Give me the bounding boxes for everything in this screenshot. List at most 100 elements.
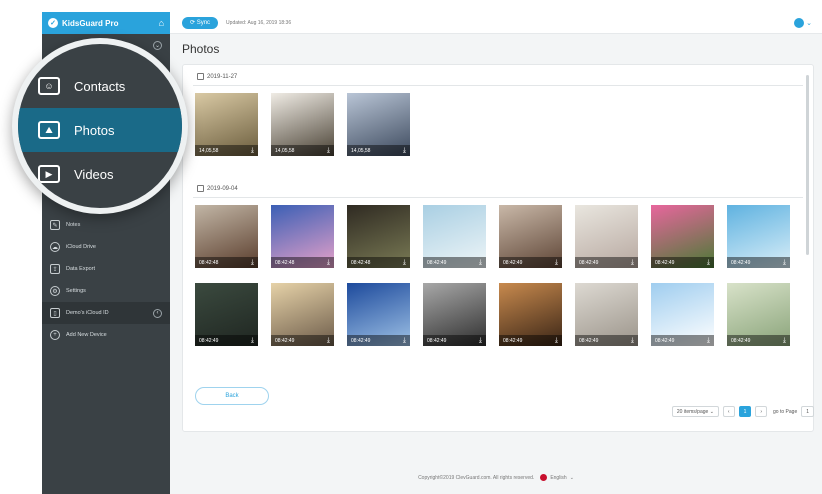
photo-caption-bar: 08:42:49 ⤓ [271,335,334,346]
download-icon[interactable]: ⤓ [327,147,330,155]
download-icon[interactable]: ⤓ [327,259,330,267]
photo-thumbnail[interactable]: 08:42:49 ⤓ [651,283,714,346]
download-icon[interactable]: ⤓ [251,337,254,345]
photo-caption-bar: 14,05,58 ⤓ [195,145,258,156]
scrollbar[interactable] [806,75,809,255]
download-icon[interactable]: ⤓ [479,337,482,345]
photo-thumbnail[interactable]: 08:42:48 ⤓ [271,205,334,268]
chevron-down-icon[interactable]: ⌄ [570,475,574,481]
download-icon[interactable]: ⤓ [783,259,786,267]
photo-thumbnail[interactable]: 08:42:49 ⤓ [499,205,562,268]
chevron-left-icon[interactable]: ‹ [153,308,162,318]
photo-time: 08:42:48 [351,259,371,266]
date-header: 2019-09-04 [197,185,238,192]
download-icon[interactable]: ⤓ [783,337,786,345]
sidebar-item-settings[interactable]: ⚙ Settings [42,280,170,302]
download-icon[interactable]: ⤓ [403,337,406,345]
photo-caption-bar: 08:42:49 ⤓ [651,335,714,346]
per-page-label: 20 items/page [676,408,709,415]
download-icon[interactable]: ⤓ [631,259,634,267]
brand-name: KidsGuard Pro [62,18,119,28]
photo-caption-bar: 08:42:48 ⤓ [271,257,334,268]
photo-time: 08:42:49 [503,337,523,344]
sidebar-item-data-export[interactable]: ⇪ Data Export [42,258,170,280]
sync-label: Sync [196,19,211,26]
photo-time: 08:42:49 [351,337,371,344]
back-button[interactable]: Back [195,387,269,405]
chevron-down-icon: ⌄ [806,19,812,27]
photo-thumbnail[interactable]: 08:42:49 ⤓ [575,283,638,346]
photo-time: 08:42:49 [427,259,447,266]
chevron-down-icon[interactable]: ⌄ [153,40,162,50]
photo-thumbnail[interactable]: 08:42:49 ⤓ [423,283,486,346]
sidebar-item-add-device[interactable]: + Add New Device [42,324,170,346]
photo-thumbnail[interactable]: 14,05,58 ⤓ [347,93,410,156]
photo-thumbnail[interactable]: 08:42:48 ⤓ [195,205,258,268]
sidebar-item-notes[interactable]: ✎ Notes [42,214,170,236]
photo-caption-bar: 08:42:49 ⤓ [347,335,410,346]
magnified-item-label: Videos [74,166,114,182]
next-page-button[interactable]: › [755,406,768,417]
download-icon[interactable]: ⤓ [707,259,710,267]
photo-thumbnail[interactable]: 08:42:48 ⤓ [347,205,410,268]
photo-time: 08:42:49 [655,337,675,344]
sidebar-item-icloud-id[interactable]: ▯ Demo's iCloud ID ‹ [42,302,170,324]
goto-page-input[interactable]: 1 [801,406,814,417]
magnified-item-videos[interactable]: ▶ Videos [18,152,182,196]
download-icon[interactable]: ⤓ [403,259,406,267]
photo-time: 08:42:49 [731,259,751,266]
copyright-text: Copyright©2019 ClevGuard.com. All rights… [418,474,535,481]
photo-caption-bar: 14,05,58 ⤓ [347,145,410,156]
calendar-icon [197,185,204,192]
download-icon[interactable]: ⤓ [327,337,330,345]
download-icon[interactable]: ⤓ [251,147,254,155]
photo-time: 08:42:49 [579,337,599,344]
calendar-icon [197,73,204,80]
photo-thumbnail[interactable]: 08:42:49 ⤓ [423,205,486,268]
download-icon[interactable]: ⤓ [479,259,482,267]
photo-time: 08:42:49 [655,259,675,266]
photo-thumbnail[interactable]: 08:42:49 ⤓ [195,283,258,346]
download-icon[interactable]: ⤓ [555,259,558,267]
photo-thumbnail[interactable]: 08:42:49 ⤓ [727,283,790,346]
photo-thumbnail[interactable]: 08:42:49 ⤓ [499,283,562,346]
magnifier-overlay: ☺ Contacts ⛰ Photos ▶ Videos [12,38,188,214]
photo-thumbnail[interactable]: 14,05,58 ⤓ [195,93,258,156]
top-bar: ⟳ Sync Updated: Aug 16, 2019 18:36 ⌄ [170,12,822,34]
photo-thumbnail[interactable]: 14,05,58 ⤓ [271,93,334,156]
download-icon[interactable]: ⤓ [555,337,558,345]
photo-caption-bar: 08:42:49 ⤓ [423,335,486,346]
divider [193,85,803,86]
download-icon[interactable]: ⤓ [251,259,254,267]
photo-caption-bar: 14,05,58 ⤓ [271,145,334,156]
photo-thumbnail[interactable]: 08:42:49 ⤓ [271,283,334,346]
photo-caption-bar: 08:42:49 ⤓ [499,335,562,346]
sidebar-item-icloud-drive[interactable]: ☁ iCloud Drive [42,236,170,258]
download-icon[interactable]: ⤓ [631,337,634,345]
sync-icon: ⟳ [190,20,197,26]
photos-icon: ⛰ [38,121,60,139]
per-page-select[interactable]: 20 items/page ⌄ [671,406,719,417]
language-select[interactable]: English [550,475,566,481]
cloud-icon: ☁ [50,242,60,252]
notes-icon: ✎ [50,220,60,230]
photo-thumbnail[interactable]: 08:42:49 ⤓ [651,205,714,268]
photos-card: 2019-11-27 14,05,58 ⤓ 14,05,58 ⤓ 14,05,58 ⤓ 2… [182,64,814,432]
photo-thumbnail[interactable]: 08:42:49 ⤓ [347,283,410,346]
updated-timestamp: Updated: Aug 16, 2019 18:36 [226,19,292,26]
page-1-button[interactable]: 1 [738,406,752,417]
photo-time: 08:42:49 [199,337,219,344]
home-icon[interactable]: ⌂ [159,18,164,28]
sync-button[interactable]: ⟳ Sync [182,16,219,29]
photo-thumbnail[interactable]: 08:42:49 ⤓ [575,205,638,268]
prev-page-button[interactable]: ‹ [722,406,735,417]
download-icon[interactable]: ⤓ [403,147,406,155]
magnified-item-photos[interactable]: ⛰ Photos [18,108,182,152]
brand-bar: ✓ KidsGuard Pro ⌂ [42,12,170,34]
download-icon[interactable]: ⤓ [707,337,710,345]
user-menu[interactable]: ⌄ [794,17,812,28]
magnified-item-contacts[interactable]: ☺ Contacts [18,64,182,108]
plus-icon: + [50,330,60,340]
photo-thumbnail[interactable]: 08:42:49 ⤓ [727,205,790,268]
videos-icon: ▶ [38,165,60,183]
